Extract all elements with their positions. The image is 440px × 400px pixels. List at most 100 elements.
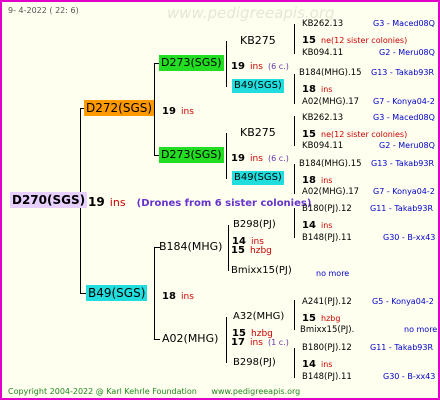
fmm-gen: 14	[232, 236, 246, 247]
g4-upper-loc: G11 - Takab93R	[370, 204, 434, 213]
ff-queen-box[interactable]: A02(MHG)	[162, 331, 218, 347]
connector-g3b	[226, 133, 227, 179]
g4-gen: 15	[302, 35, 316, 46]
g4-gen: 18	[302, 175, 316, 186]
g4-lower-loc: no more	[404, 325, 438, 334]
mother-gen: 19	[162, 106, 176, 117]
g4-upper-id[interactable]: B180(PJ).12	[302, 203, 352, 215]
g4-mid: ins	[321, 176, 333, 185]
g4-mid: ins	[321, 85, 333, 94]
g4-lower-id[interactable]: B148(PJ).11	[302, 371, 352, 383]
g4-upper-loc: G11 - Takab93R	[370, 343, 434, 352]
father-queen-box[interactable]: B49(SGS)	[86, 285, 148, 301]
root-queen-box[interactable]: D270(SGS)	[10, 192, 88, 208]
fm-queen-box[interactable]: B184(MHG)	[159, 239, 222, 255]
g4-lower-id[interactable]: KB094.11	[302, 140, 343, 152]
g4-upper-id[interactable]: A241(PJ).12	[302, 296, 352, 308]
mother-ins: ins	[181, 107, 194, 117]
fmm-info: 14 ins	[232, 233, 264, 248]
g4-mid-extra: (12 sister colonies)	[331, 36, 408, 45]
mother-info: 19 ins	[162, 103, 194, 118]
root-queen-id: D270(SGS)	[12, 193, 86, 207]
g4-mid-line: 18 ins	[302, 81, 332, 96]
connector-g4-4	[294, 164, 295, 194]
father-gen: 18	[162, 291, 176, 302]
copyright-text: Copyright 2004-2022 @ Karl Kehrle Founda…	[8, 387, 197, 396]
g4-mid-line: 15 ne(12 sister colonies)	[302, 126, 407, 141]
mmf-box[interactable]: B49(SGS)	[232, 79, 284, 93]
mm-queen-box[interactable]: D273(SGS)	[159, 55, 224, 71]
g4-mid-line: 14 ins	[302, 356, 332, 371]
date-stamp: 9- 4-2022 ( 22: 6)	[8, 6, 79, 15]
connector-g4-2	[294, 74, 295, 104]
root-info: 19 ins (Drones from 6 sister colonies)	[88, 195, 311, 210]
connector-g3c	[228, 225, 229, 271]
mf-queen-box[interactable]: D273(SGS)	[159, 147, 224, 163]
mf-info: 19 ins (6 c.)	[231, 150, 289, 165]
g4-lower-loc: G7 - Konya04-2	[373, 187, 435, 196]
connector-g3a	[226, 41, 227, 87]
g4-mid: ins	[321, 221, 333, 230]
g4-upper-id[interactable]: B184(MHG).15	[299, 67, 362, 79]
fm-queen-id: B184(MHG)	[159, 240, 223, 253]
g4-gen: 14	[302, 220, 316, 231]
mf-ins: ins	[250, 154, 263, 164]
mother-queen-box[interactable]: D272(SGS)	[84, 100, 155, 116]
connector-g4-7	[294, 300, 295, 330]
fmf-id[interactable]: Bmixx15(PJ)	[231, 265, 292, 277]
mm-queen-id: D273(SGS)	[161, 56, 222, 69]
ffm-id[interactable]: A32(MHG)	[233, 311, 284, 323]
connector-ff	[154, 339, 160, 340]
g4-lower-loc: G7 - Konya04-2	[373, 97, 435, 106]
ffm-gen: 15	[232, 328, 246, 339]
g4-upper-loc: G13 - Takab93R	[371, 159, 435, 168]
connector-mother-vertical	[154, 63, 155, 155]
mf-paren: (6 c.)	[268, 154, 289, 163]
ffm-ins: hzbg	[251, 329, 273, 339]
mmf-id: B49(SGS)	[234, 80, 282, 91]
father-ins: ins	[181, 292, 194, 302]
g4-lower-id[interactable]: A02(MHG).17	[302, 96, 359, 108]
g4-gen: 15	[302, 313, 316, 324]
g4-upper-id[interactable]: B180(PJ).12	[302, 342, 352, 354]
ff-queen-id: A02(MHG)	[162, 332, 219, 345]
g4-gen: 15	[302, 129, 316, 140]
g4-lower-loc: G30 - B-xx43	[383, 372, 436, 381]
g4-mid-line: no more	[316, 265, 349, 280]
g4-lower-id[interactable]: Bmixx15(PJ).	[300, 324, 354, 336]
connector-g4-5	[294, 208, 295, 238]
site-link[interactable]: www.pedigreeapis.org	[211, 387, 300, 396]
g4-lower-id[interactable]: A02(MHG).17	[302, 186, 359, 198]
g4-upper-id[interactable]: KB262.13	[302, 18, 343, 30]
g4-lower-id[interactable]: KB094.11	[302, 47, 343, 59]
g4-upper-loc: G3 - Maced08Q	[373, 113, 435, 122]
father-queen-id: B49(SGS)	[88, 286, 146, 300]
g4-upper-loc: G3 - Maced08Q	[373, 19, 435, 28]
ffp-id[interactable]: B298(PJ)	[233, 357, 276, 369]
connector-father-vertical	[154, 247, 155, 339]
fmm-ins: ins	[251, 237, 264, 247]
connector-g4-8	[294, 348, 295, 378]
g4-upper-id[interactable]: KB262.13	[302, 112, 343, 124]
mother-queen-id: D272(SGS)	[86, 101, 153, 115]
mff-box[interactable]: B49(SGS)	[232, 171, 284, 185]
mm-ins: ins	[250, 62, 263, 72]
mm-paren: (6 c.)	[268, 62, 289, 71]
g4-gen: 18	[302, 84, 316, 95]
connector-g4-1	[294, 24, 295, 54]
footer-line: Copyright 2004-2022 @ Karl Kehrle Founda…	[8, 386, 300, 398]
g4-upper-loc: G13 - Takab93R	[371, 68, 435, 77]
root-ins: ins	[109, 196, 126, 209]
root-drones-note: (Drones from 6 sister colonies)	[136, 198, 312, 209]
g4-mid-line: 18 ins	[302, 172, 332, 187]
mmm-id[interactable]: KB275	[240, 35, 276, 47]
fmm-id[interactable]: B298(PJ)	[233, 219, 276, 231]
g4-lower-id[interactable]: B148(PJ).11	[302, 232, 352, 244]
g4-lower-loc: G2 - Meru08Q	[379, 48, 435, 57]
g4-mid-line: 14 ins	[302, 217, 332, 232]
g4-mid: ins	[321, 360, 333, 369]
mfm-id[interactable]: KB275	[240, 127, 276, 139]
g4-upper-id[interactable]: B184(MHG).15	[299, 158, 362, 170]
g4-lower-loc: G2 - Meru08Q	[379, 141, 435, 150]
mf-queen-id: D273(SGS)	[161, 148, 222, 161]
